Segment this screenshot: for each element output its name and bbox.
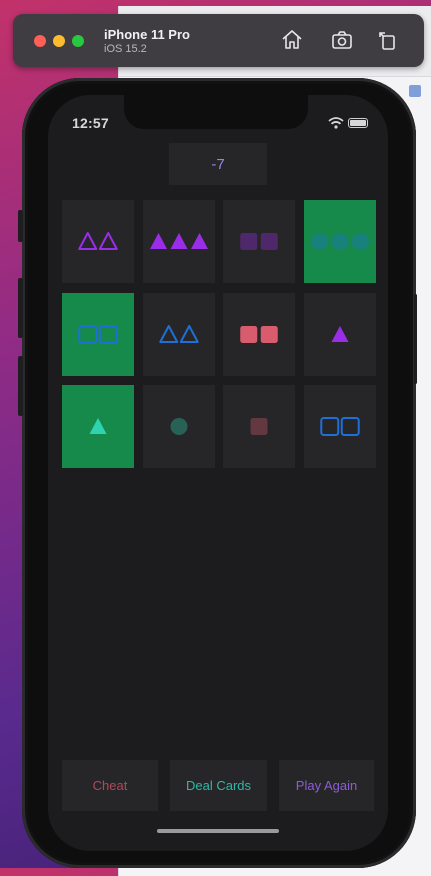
simulator-titlebar[interactable]: iPhone 11 Pro iOS 15.2 [13,14,424,67]
triangle-shape [149,233,167,249]
wifi-icon [328,117,344,129]
card-symbols [78,324,118,344]
notch [124,95,308,129]
deal-cards-button-label: Deal Cards [185,778,252,793]
square-shape [319,417,339,436]
file-icon [409,85,421,97]
set-card[interactable] [62,200,134,283]
set-card[interactable] [142,200,215,283]
set-card[interactable] [62,385,134,468]
circle-shape [310,233,328,250]
volume-down-button [18,356,23,416]
triangle-shape [158,324,178,343]
triangle-shape [89,418,107,434]
os-version: iOS 15.2 [104,43,147,55]
play-again-button-label: Play Again [295,778,358,793]
triangle-shape [331,325,348,342]
set-card[interactable] [142,292,215,376]
status-time: 12:57 [72,115,109,131]
mute-switch [18,210,23,242]
play-again-button[interactable]: Play Again [279,760,374,811]
screenshot-icon[interactable] [330,28,354,52]
square-shape [240,325,258,343]
cheat-button[interactable]: Cheat [62,760,158,811]
card-symbols [170,418,187,435]
set-card[interactable] [303,385,376,468]
circle-shape [170,418,187,435]
set-card[interactable] [303,292,376,376]
cheat-button-label: Cheat [92,778,128,793]
card-symbols [89,418,107,434]
square-shape [250,418,268,435]
triangle-shape [190,233,208,249]
card-symbols [310,233,369,250]
square-shape [260,233,278,250]
set-card[interactable] [223,200,295,283]
triangle-shape [78,232,98,250]
home-icon[interactable] [280,28,304,52]
card-symbols [149,233,208,249]
set-card[interactable] [223,292,295,376]
zoom-window-button[interactable] [72,35,84,47]
card-symbols [158,324,199,343]
triangle-shape [170,233,187,249]
set-card[interactable] [303,200,376,283]
triangle-shape [179,324,199,343]
card-symbols [240,325,278,343]
card-symbols [331,325,348,342]
circle-shape [331,233,348,250]
set-card[interactable] [223,385,295,468]
square-shape [240,233,258,250]
side-button [414,294,417,384]
square-shape [78,324,98,344]
square-shape [340,417,360,436]
app-screen: 12:57 -7 Cheat Deal Cards Play Again [48,95,388,851]
battery-icon [348,118,368,128]
volume-up-button [18,278,23,338]
device-name: iPhone 11 Pro [104,27,190,42]
circle-shape [351,233,369,250]
triangle-shape [98,232,118,250]
rotate-icon[interactable] [376,28,400,52]
score-label: -7 [169,143,267,185]
square-shape [98,324,118,344]
deal-cards-button[interactable]: Deal Cards [170,760,267,811]
card-symbols [240,233,278,250]
set-card[interactable] [142,385,215,468]
card-symbols [250,418,268,435]
minimize-window-button[interactable] [53,35,65,47]
close-window-button[interactable] [34,35,46,47]
card-symbols [78,232,118,250]
home-indicator [157,829,279,833]
card-symbols [319,417,360,436]
set-card[interactable] [62,292,134,376]
square-shape [260,325,278,343]
